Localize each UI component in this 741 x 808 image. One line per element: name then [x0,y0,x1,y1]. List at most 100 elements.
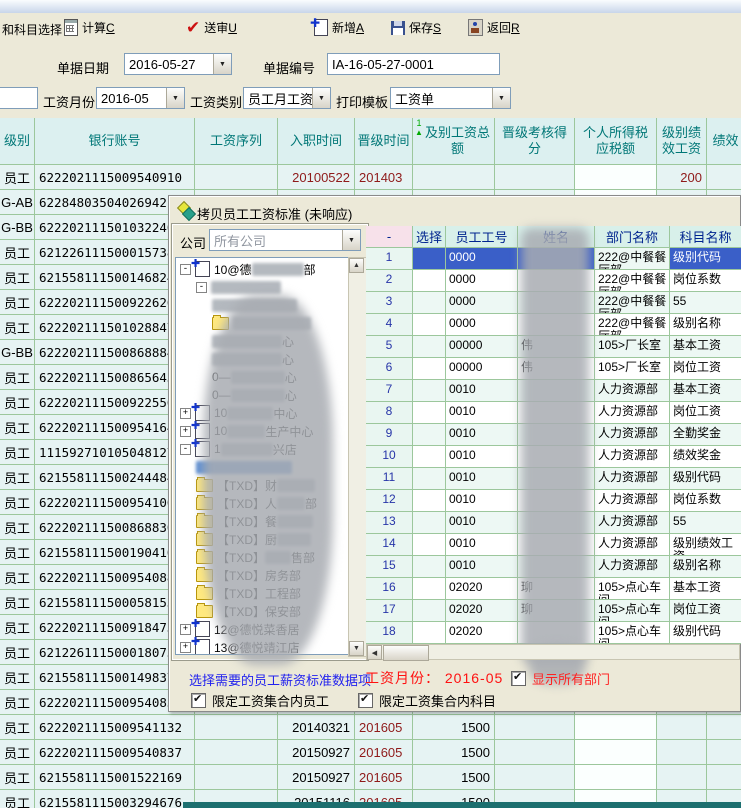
grid-cell-r1-c4[interactable]: 201403 [355,165,413,190]
dialog-cell-r6-c4[interactable]: 105>厂长室 [595,358,670,380]
grid-cell-r25-c6[interactable] [495,765,575,790]
grid-cell-r1-c5[interactable] [413,165,495,190]
dialog-cell-r13-c5[interactable]: 55 [670,512,741,534]
dialog-cell-r4-c0[interactable]: 4 [366,314,413,336]
dialog-cell-r5-c0[interactable]: 5 [366,336,413,358]
dialog-cell-r16-c4[interactable]: 105>点心车间 [595,578,670,600]
grid-cell-r24-c6[interactable] [495,740,575,765]
grid-header-3[interactable]: 入职时间 [278,118,355,165]
tree-item-21[interactable]: +✚13@德悦靖江店 [180,638,300,655]
expand-icon[interactable]: + [180,642,191,653]
dialog-cell-r8-c5[interactable]: 岗位工资 [670,402,741,424]
dialog-cell-r16-c1[interactable] [413,578,446,600]
grid-cell-r24-c7[interactable] [575,740,657,765]
grid-cell-r13-c0[interactable]: 员工 [0,465,35,490]
grid-cell-r23-c7[interactable] [575,715,657,740]
grid-cell-r25-c7[interactable] [575,765,657,790]
dialog-cell-r3-c3[interactable] [518,292,595,314]
dialog-cell-r10-c0[interactable]: 10 [366,446,413,468]
expand-icon[interactable]: + [180,426,191,437]
scroll-down-icon[interactable]: ▼ [349,641,364,656]
dialog-cell-r15-c1[interactable] [413,556,446,578]
dialog-cell-r18-c1[interactable] [413,622,446,644]
grid-cell-r1-c7[interactable] [575,165,657,190]
grid-cell-r24-c9[interactable] [707,740,741,765]
dialog-cell-r15-c4[interactable]: 人力资源部 [595,556,670,578]
dialog-cell-r1-c0[interactable]: 1 [366,248,413,270]
chevron-down-icon[interactable]: ▼ [166,88,184,108]
grid-cell-r23-c8[interactable] [657,715,707,740]
dialog-cell-r1-c4[interactable]: 222@中餐餐厅部 [595,248,670,270]
dialog-cell-r3-c5[interactable]: 55 [670,292,741,314]
dialog-cell-r6-c0[interactable]: 6 [366,358,413,380]
grid-cell-r6-c0[interactable]: 员工 [0,290,35,315]
dialog-cell-r7-c5[interactable]: 基本工资 [670,380,741,402]
grid-cell-r23-c6[interactable] [495,715,575,740]
grid-cell-r1-c9[interactable] [707,165,741,190]
grid-cell-r1-c2[interactable] [195,165,278,190]
dialog-cell-r13-c2[interactable]: 0010 [446,512,518,534]
dialog-cell-r2-c3[interactable] [518,270,595,292]
tree-item-9[interactable]: +✚10生产中心 [180,422,313,440]
dialog-cell-r4-c4[interactable]: 222@中餐餐厅部 [595,314,670,336]
dialog-cell-r8-c3[interactable] [518,402,595,424]
dialog-cell-r5-c1[interactable] [413,336,446,358]
dialog-cell-r18-c2[interactable]: 02020 [446,622,518,644]
dialog-cell-r12-c1[interactable] [413,490,446,512]
scroll-left-icon[interactable]: ◀ [367,645,382,660]
partial-input[interactable] [0,87,38,109]
checkbox-checked-icon[interactable] [358,693,373,708]
grid-cell-r25-c9[interactable] [707,765,741,790]
dialog-cell-r11-c1[interactable] [413,468,446,490]
dialog-cell-r18-c4[interactable]: 105>点心车间 [595,622,670,644]
dialog-cell-r2-c4[interactable]: 222@中餐餐厅部 [595,270,670,292]
grid-cell-r26-c1[interactable]: 6215581115003294676 [35,790,195,808]
grid-cell-r9-c0[interactable]: 员工 [0,365,35,390]
tree-item-14[interactable]: 【TXD】餐 [196,512,313,530]
dialog-cell-r5-c2[interactable]: 00000 [446,336,518,358]
dialog-cell-r8-c1[interactable] [413,402,446,424]
grid-cell-r10-c0[interactable]: 员工 [0,390,35,415]
grid-cell-r24-c3[interactable]: 20150927 [278,740,355,765]
grid-header-0[interactable]: 级别 [0,118,35,165]
dialog-col-header-0[interactable]: - [366,226,413,248]
dialog-cell-r10-c2[interactable]: 0010 [446,446,518,468]
grid-cell-r7-c0[interactable]: 员工 [0,315,35,340]
grid-cell-r25-c4[interactable]: 201605 [355,765,413,790]
grid-cell-r26-c0[interactable]: 员工 [0,790,35,808]
dialog-cell-r11-c3[interactable] [518,468,595,490]
limit-subjects-checkbox[interactable]: 限定工资集合内科目 [358,691,496,710]
dialog-cell-r14-c5[interactable]: 级别绩效工资 [670,534,741,556]
grid-cell-r25-c1[interactable]: 6215581115001522169 [35,765,195,790]
dialog-cell-r17-c0[interactable]: 17 [366,600,413,622]
dialog-cell-r17-c5[interactable]: 岗位工资 [670,600,741,622]
add-new-button[interactable]: ✚ 新增A [314,19,364,36]
dialog-cell-r12-c5[interactable]: 岗位系数 [670,490,741,512]
dialog-cell-r2-c1[interactable] [413,270,446,292]
dialog-cell-r4-c2[interactable]: 0000 [446,314,518,336]
grid-cell-r25-c2[interactable] [195,765,278,790]
dialog-cell-r9-c0[interactable]: 9 [366,424,413,446]
scroll-up-icon[interactable]: ▲ [349,258,364,273]
dialog-cell-r3-c2[interactable]: 0000 [446,292,518,314]
dialog-cell-r9-c2[interactable]: 0010 [446,424,518,446]
dialog-cell-r5-c4[interactable]: 105>厂长室 [595,336,670,358]
dialog-cell-r3-c1[interactable] [413,292,446,314]
grid-header-5[interactable]: 及别工资总额1▲ [413,118,495,165]
dialog-cell-r12-c3[interactable] [518,490,595,512]
dialog-cell-r16-c5[interactable]: 基本工资 [670,578,741,600]
chevron-down-icon[interactable]: ▼ [492,88,510,108]
dialog-cell-r4-c1[interactable] [413,314,446,336]
collapse-icon[interactable]: - [180,444,191,455]
grid-header-4[interactable]: 晋级时间 [355,118,413,165]
checkbox-checked-icon[interactable] [511,671,526,686]
grid-cell-r20-c0[interactable]: 员工 [0,640,35,665]
chevron-down-icon[interactable]: ▼ [342,230,360,250]
dialog-cell-r5-c5[interactable]: 基本工资 [670,336,741,358]
tree-item-2[interactable] [212,296,297,314]
dialog-col-header-3[interactable]: 姓名 [518,226,595,248]
dialog-cell-r16-c0[interactable]: 16 [366,578,413,600]
scrollbar-thumb[interactable] [383,645,429,661]
dialog-cell-r7-c1[interactable] [413,380,446,402]
tree-item-15[interactable]: 【TXD】厨 [196,530,311,548]
